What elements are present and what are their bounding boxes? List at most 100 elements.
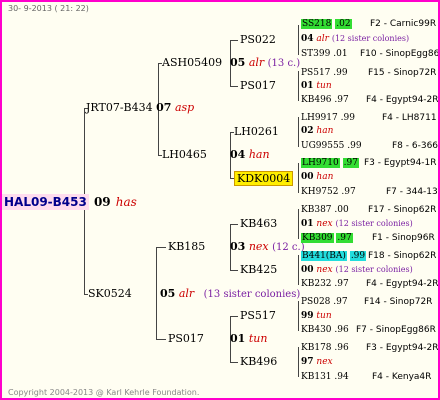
gen4-sisters: (12 sister colonies) (331, 34, 410, 43)
gen4-year: .99 (349, 251, 367, 261)
gen4-num: 97 (301, 357, 314, 367)
root-bee[interactable]: HAL09-B453 09 has (2, 191, 137, 210)
gen4-num: 99 (301, 311, 314, 321)
gen4-row[interactable]: ST399 .01 (301, 49, 348, 59)
gen4-year: .97 (334, 279, 349, 289)
gen4-num: 04 (301, 34, 314, 44)
gen4-name: KB232 (301, 279, 332, 289)
gen3-ps022[interactable]: PS022 (240, 33, 276, 46)
root-name: HAL09-B453 (2, 194, 89, 210)
gen4-row[interactable]: KB131 .94 (301, 372, 349, 382)
sire-name: JRT07-B434 (86, 101, 153, 114)
sire-num: 07 (156, 101, 172, 114)
gen4-row[interactable]: UG99555 .99 (301, 141, 362, 151)
gen4-row[interactable]: PS517 .99 (301, 68, 348, 78)
gen2-ps-detail: 01 tun (230, 332, 267, 345)
gen4-reg: F3 - Egypt94-1R (364, 158, 437, 168)
date-header: 30- 9-2013 ( 21: 22) (8, 4, 89, 13)
sire-node[interactable]: JRT07-B434 07 asp (86, 101, 194, 114)
dam-detail: 05 alr (13 sister colonies) (160, 287, 300, 300)
gen2-ash-name: ASH05409 (162, 56, 223, 69)
gen2-kb-name: KB185 (168, 240, 206, 253)
gen2-ps-num: 01 (230, 332, 246, 345)
gen4-reg: F4 - Egypt94-2R (366, 279, 439, 289)
gen4-row[interactable]: SS218 .02 (301, 19, 352, 29)
gen4-race: nex (316, 265, 333, 275)
gen2-ash-sisters: (13 c.) (267, 58, 301, 69)
gen4-name: PS517 (301, 68, 331, 78)
gen4-row[interactable]: KB309 .97 (301, 233, 353, 243)
gen4-name: ST399 (301, 49, 331, 59)
gen4-year: .99 (347, 141, 362, 151)
gen4-name: PS028 (301, 297, 331, 307)
gen4-year: .94 (334, 372, 349, 382)
gen3-kb425[interactable]: KB425 (240, 263, 277, 276)
gen4-summary: 01 nex (12 sister colonies) (301, 219, 413, 229)
gen3-kb463[interactable]: KB463 (240, 217, 277, 230)
dam-race: alr (178, 287, 195, 300)
gen4-num: 00 (301, 265, 314, 275)
gen4-reg: F18 - Sinop62R (368, 251, 437, 261)
gen2-kb[interactable]: KB185 (168, 240, 205, 253)
gen4-reg: F3 - Egypt94-2R (366, 343, 439, 353)
gen4-row[interactable]: B441(BA) .99 (301, 251, 367, 261)
gen2-ash[interactable]: ASH05409 (162, 56, 222, 69)
gen3-lh0261[interactable]: LH0261 (234, 125, 279, 138)
gen2-ash-detail: 05 alr (13 c.) (230, 56, 300, 69)
gen4-row[interactable]: LH9710 .97 (301, 158, 359, 168)
gen4-year: .99 (340, 113, 355, 123)
root-race: has (115, 195, 137, 209)
gen4-year: .96 (334, 343, 349, 353)
dam-num: 05 (160, 287, 176, 300)
gen4-name: KH9752 (301, 187, 339, 197)
gen4-name: B441(BA) (301, 251, 347, 261)
gen4-race: tun (316, 81, 332, 91)
gen4-summary: 99 tun (301, 311, 332, 321)
gen2-kb-detail: 03 nex (12 c.) (230, 240, 305, 253)
gen4-year: .97 (341, 187, 356, 197)
gen4-race: nex (316, 219, 333, 229)
gen4-summary: 97 nex (301, 357, 333, 367)
root-num: 09 (93, 195, 111, 209)
gen4-row[interactable]: KB178 .96 (301, 343, 349, 353)
gen3-kdk0004[interactable]: KDK0004 (234, 171, 294, 186)
gen4-year: .97 (342, 158, 359, 168)
gen4-row[interactable]: PS028 .97 (301, 297, 348, 307)
gen3-ps017[interactable]: PS017 (240, 79, 276, 92)
gen4-sisters: (12 sister colonies) (335, 219, 413, 228)
gen4-row[interactable]: KB232 .97 (301, 279, 349, 289)
dam-node[interactable]: SK0524 (88, 287, 132, 300)
gen4-row[interactable]: KB496 .97 (301, 95, 349, 105)
gen4-num: 01 (301, 219, 314, 229)
gen4-name: LH9917 (301, 113, 338, 123)
gen4-race: tun (316, 311, 332, 321)
gen4-summary: 00 han (301, 172, 333, 182)
gen4-name: KB309 (301, 233, 334, 243)
gen4-summary: 00 nex (12 sister colonies) (301, 265, 413, 275)
gen4-reg: F17 - Sinop62R (368, 205, 437, 215)
gen2-lh-race: han (248, 148, 270, 161)
gen4-summary: 02 han (301, 126, 333, 136)
gen2-ps-name: PS017 (168, 332, 204, 345)
gen2-ps[interactable]: PS017 (168, 332, 204, 345)
gen3-kb496[interactable]: KB496 (240, 355, 277, 368)
gen2-lh-name: LH0465 (162, 148, 207, 161)
dam-sisters: (13 sister colonies) (203, 289, 301, 300)
gen4-row[interactable]: LH9917 .99 (301, 113, 355, 123)
gen2-ash-num: 05 (230, 56, 246, 69)
gen4-num: 02 (301, 126, 314, 136)
gen4-row[interactable]: KB430 .96 (301, 325, 349, 335)
gen4-reg: F1 - Sinop96R (372, 233, 435, 243)
gen2-lh[interactable]: LH0465 (162, 148, 207, 161)
gen4-name: KB178 (301, 343, 332, 353)
gen4-row[interactable]: KB387 .00 (301, 205, 349, 215)
gen4-reg: F8 - 6-366 (392, 141, 439, 151)
gen4-name: KB430 (301, 325, 332, 335)
gen4-summary: 04 alr (12 sister colonies) (301, 34, 409, 44)
gen2-lh-num: 04 (230, 148, 246, 161)
gen3-ps517[interactable]: PS517 (240, 309, 276, 322)
gen4-row[interactable]: KH9752 .97 (301, 187, 356, 197)
gen4-year: .97 (333, 297, 348, 307)
gen4-race: han (316, 172, 334, 182)
gen4-num: 00 (301, 172, 314, 182)
